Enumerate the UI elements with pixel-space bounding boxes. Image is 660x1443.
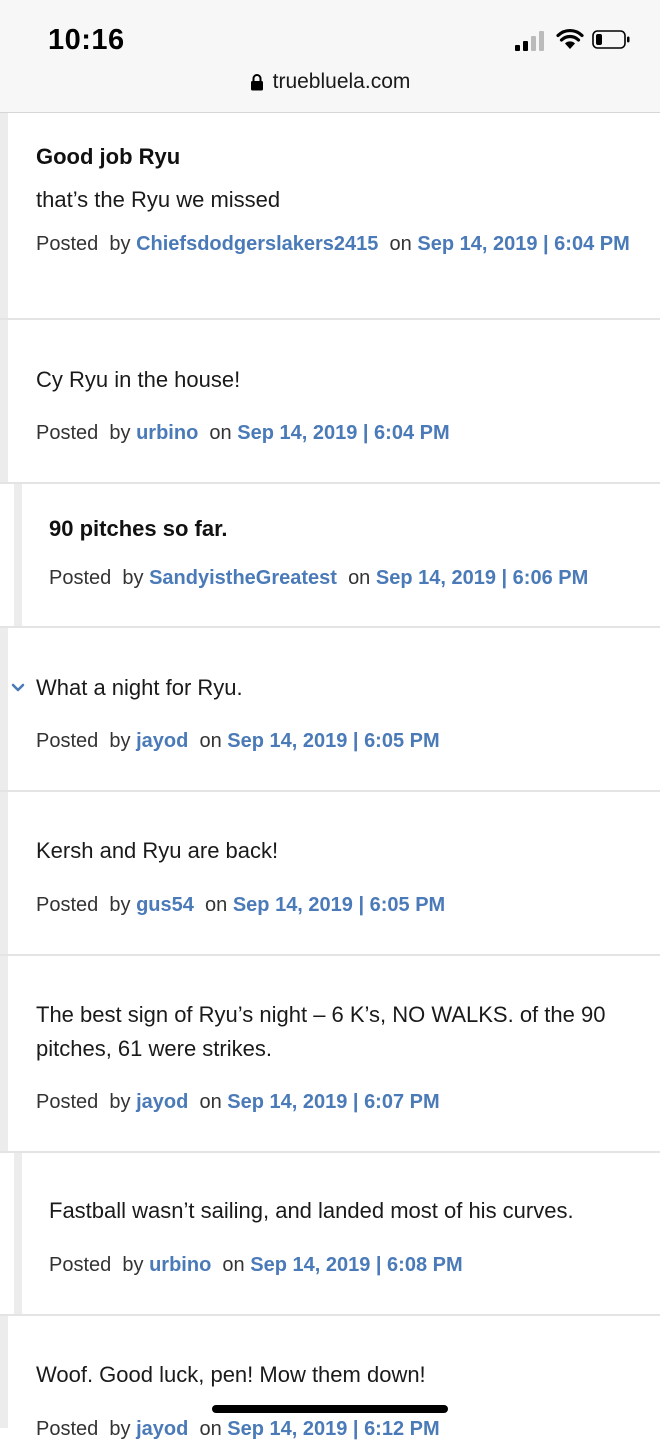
cellular-signal-icon: [515, 31, 549, 51]
thread-line: [0, 792, 8, 954]
posted-label: Posted: [49, 567, 112, 589]
on-label: on: [348, 567, 371, 589]
thread-line: [14, 1153, 22, 1314]
posted-label: Posted: [36, 1091, 99, 1113]
wifi-icon: [556, 28, 584, 49]
comment-body: Cy Ryu in the house!: [36, 367, 241, 392]
by-label: by: [122, 567, 144, 589]
comment-body: Woof. Good luck, pen! Mow them down!: [36, 1362, 426, 1387]
thread-line: [0, 628, 8, 790]
battery-icon: [592, 30, 630, 49]
comment-date-link[interactable]: Sep 14, 2019 | 6:07 PM: [227, 1091, 439, 1113]
clock: 10:16: [48, 24, 125, 56]
posted-label: Posted: [36, 730, 99, 752]
comment-date-link[interactable]: Sep 14, 2019 | 6:08 PM: [250, 1254, 462, 1276]
by-label: by: [109, 1418, 131, 1440]
posted-label: Posted: [49, 1254, 112, 1276]
comment-author-link[interactable]: urbino: [136, 422, 198, 444]
posted-label: Posted: [36, 233, 99, 255]
comment-meta: Posted by SandyistheGreatest on Sep 14, …: [49, 565, 588, 592]
comment-body: Fastball wasn’t sailing, and landed most…: [49, 1198, 574, 1223]
comment: Cy Ryu in the house! Posted by urbino on…: [0, 320, 660, 484]
chevron-down-icon[interactable]: [11, 683, 25, 693]
on-label: on: [199, 1091, 222, 1113]
address-bar[interactable]: truebluela.com: [0, 64, 660, 113]
on-label: on: [199, 1418, 222, 1440]
by-label: by: [109, 1091, 131, 1113]
on-label: on: [199, 730, 222, 752]
comment-date-link[interactable]: Sep 14, 2019 | 6:06 PM: [376, 567, 588, 589]
comment-meta: Posted by urbino on Sep 14, 2019 | 6:04 …: [36, 420, 450, 447]
comment-date-link[interactable]: Sep 14, 2019 | 6:05 PM: [227, 730, 439, 752]
posted-label: Posted: [36, 894, 99, 916]
thread-line: [0, 320, 8, 482]
comment-title: Good job Ryu: [36, 144, 181, 169]
thread-line: [0, 956, 8, 1151]
comment: Kersh and Ryu are back! Posted by gus54 …: [0, 792, 660, 956]
comment-author-link[interactable]: jayod: [136, 730, 188, 752]
comment-date-link[interactable]: Sep 14, 2019 | 6:04 PM: [417, 233, 629, 255]
comment-meta: Posted by urbino on Sep 14, 2019 | 6:08 …: [49, 1252, 463, 1279]
posted-label: Posted: [36, 422, 99, 444]
comment-meta: Posted by jayod on Sep 14, 2019 | 6:07 P…: [36, 1089, 440, 1116]
thread-line: [14, 484, 22, 626]
by-label: by: [109, 233, 131, 255]
comment-date-link[interactable]: Sep 14, 2019 | 6:05 PM: [233, 894, 445, 916]
by-label: by: [122, 1254, 144, 1276]
by-label: by: [109, 894, 131, 916]
comment: Good job Ryu that’s the Ryu we missed Po…: [0, 113, 660, 320]
thread-line: [0, 1316, 8, 1428]
comment-body: Kersh and Ryu are back!: [36, 838, 279, 863]
comment: What a night for Ryu. Posted by jayod on…: [0, 628, 660, 792]
comment: The best sign of Ryu’s night – 6 K’s, NO…: [0, 956, 660, 1153]
comment-date-link[interactable]: Sep 14, 2019 | 6:04 PM: [237, 422, 449, 444]
comment-date-link[interactable]: Sep 14, 2019 | 6:12 PM: [227, 1418, 439, 1440]
comment-meta: Posted by Chiefsdodgerslakers2415 on Sep…: [36, 231, 632, 258]
comment-meta: Posted by jayod on Sep 14, 2019 | 6:05 P…: [36, 728, 440, 755]
comment-meta: Posted by gus54 on Sep 14, 2019 | 6:05 P…: [36, 892, 445, 919]
by-label: by: [109, 422, 131, 444]
comment-reply: Fastball wasn’t sailing, and landed most…: [0, 1153, 660, 1316]
comment-author-link[interactable]: jayod: [136, 1091, 188, 1113]
thread-line: [0, 113, 8, 318]
url-text: truebluela.com: [272, 70, 411, 93]
comment-body: What a night for Ryu.: [36, 675, 243, 700]
by-label: by: [109, 730, 131, 752]
comment-author-link[interactable]: urbino: [149, 1254, 211, 1276]
comment-reply: 90 pitches so far. Posted by SandyistheG…: [0, 484, 660, 628]
comment-body: The best sign of Ryu’s night – 6 K’s, NO…: [36, 1002, 606, 1061]
comment-author-link[interactable]: gus54: [136, 894, 194, 916]
home-indicator[interactable]: [212, 1405, 448, 1413]
comment-author-link[interactable]: SandyistheGreatest: [149, 567, 337, 589]
on-label: on: [222, 1254, 245, 1276]
comment-author-link[interactable]: Chiefsdodgerslakers2415: [136, 233, 378, 255]
comment-title: 90 pitches so far.: [49, 516, 228, 541]
on-label: on: [205, 894, 228, 916]
on-label: on: [209, 422, 232, 444]
on-label: on: [389, 233, 412, 255]
comment-meta: Posted by jayod on Sep 14, 2019 | 6:12 P…: [36, 1416, 440, 1443]
comment-author-link[interactable]: jayod: [136, 1418, 188, 1440]
comment-body: that’s the Ryu we missed: [36, 187, 281, 212]
lock-icon: [250, 74, 263, 91]
posted-label: Posted: [36, 1418, 99, 1440]
status-bar: 10:16: [0, 0, 660, 64]
